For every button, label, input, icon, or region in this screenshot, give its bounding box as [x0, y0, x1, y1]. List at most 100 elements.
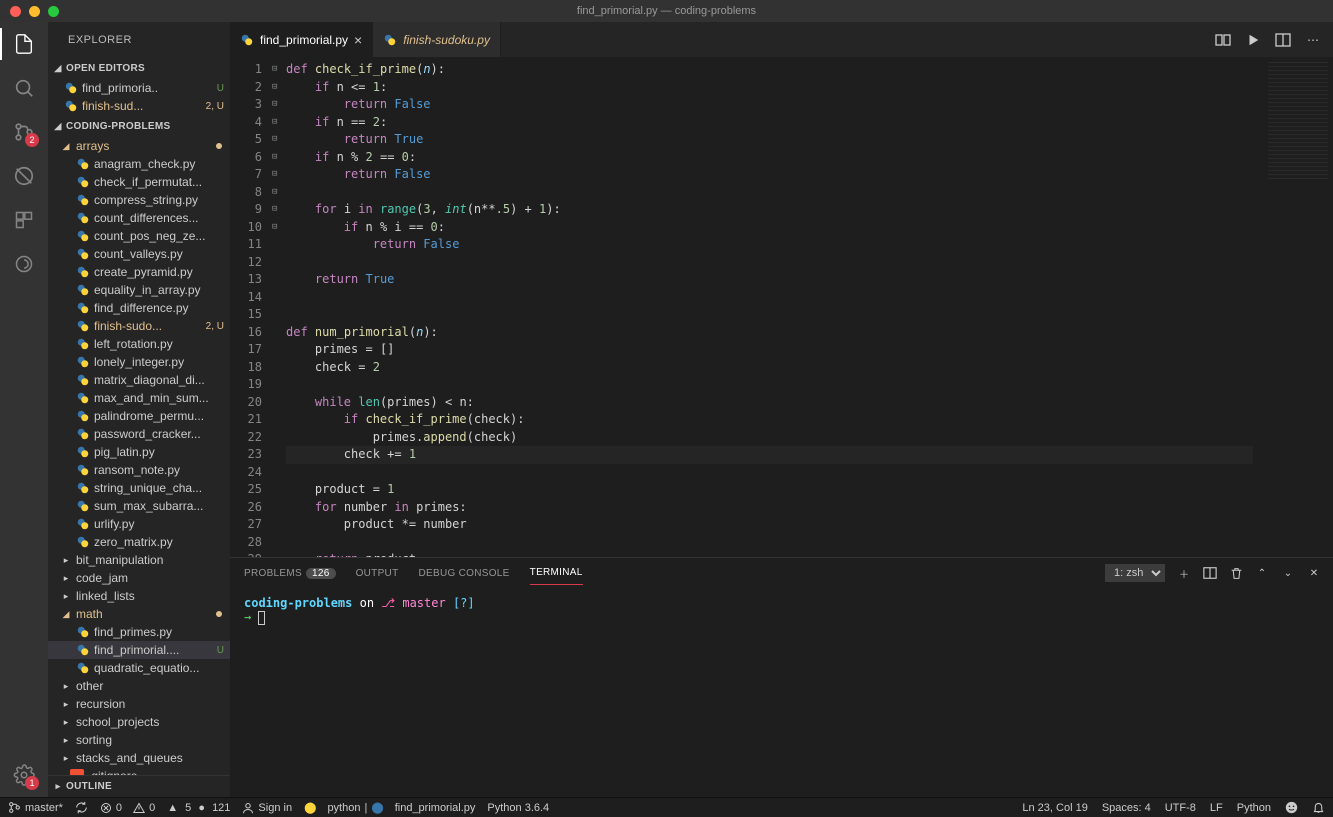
- file-item[interactable]: ransom_note.py: [48, 461, 230, 479]
- close-window[interactable]: [10, 6, 21, 17]
- sb-signin[interactable]: Sign in: [242, 802, 292, 814]
- sb-spaces[interactable]: Spaces: 4: [1102, 802, 1151, 814]
- maximize-window[interactable]: [48, 6, 59, 17]
- compare-icon[interactable]: [1215, 32, 1231, 48]
- split-editor-icon[interactable]: [1275, 32, 1291, 48]
- titlebar: find_primorial.py — coding-problems: [0, 0, 1333, 22]
- open-editors-header[interactable]: ◢OPEN EDITORS: [48, 57, 230, 79]
- terminal-selector[interactable]: 1: zsh: [1105, 564, 1165, 582]
- file-item[interactable]: count_valleys.py: [48, 245, 230, 263]
- terminal-content[interactable]: coding-problems on ⎇ master [?] →: [230, 588, 1333, 797]
- panel-tabs: PROBLEMS126 OUTPUT DEBUG CONSOLE TERMINA…: [230, 558, 1333, 588]
- file-item[interactable]: string_unique_cha...: [48, 479, 230, 497]
- window-title: find_primorial.py — coding-problems: [577, 5, 756, 17]
- editor-tabs: find_primorial.py×finish-sudoku.py ⋯: [230, 22, 1333, 57]
- chevron-down-icon[interactable]: ⌄: [1281, 566, 1295, 580]
- file-item[interactable]: palindrome_permu...: [48, 407, 230, 425]
- file-item[interactable]: password_cracker...: [48, 425, 230, 443]
- split-terminal-icon[interactable]: [1203, 566, 1217, 580]
- bottom-panel: PROBLEMS126 OUTPUT DEBUG CONSOLE TERMINA…: [230, 557, 1333, 797]
- close-panel-icon[interactable]: ✕: [1307, 566, 1321, 580]
- file-item[interactable]: compress_string.py: [48, 191, 230, 209]
- file-gitignore[interactable]: .gitignore: [48, 767, 230, 775]
- open-editor-item[interactable]: find_primoria..U: [48, 79, 230, 97]
- sidebar: EXPLORER ◢OPEN EDITORS find_primoria..Uf…: [48, 22, 230, 797]
- folder-other[interactable]: ▸other: [48, 677, 230, 695]
- new-terminal-icon[interactable]: ＋: [1177, 566, 1191, 580]
- tab-debug-console[interactable]: DEBUG CONSOLE: [419, 562, 510, 585]
- sb-tests[interactable]: ▲ 5 ● 121: [167, 802, 230, 814]
- debug-icon[interactable]: [12, 164, 36, 188]
- search-icon[interactable]: [12, 76, 36, 100]
- explorer-icon[interactable]: [12, 32, 36, 56]
- file-item[interactable]: zero_matrix.py: [48, 533, 230, 551]
- file-item[interactable]: finish-sudo...2, U: [48, 317, 230, 335]
- folder-recursion[interactable]: ▸recursion: [48, 695, 230, 713]
- liveshare-icon[interactable]: [12, 252, 36, 276]
- editor-area: find_primorial.py×finish-sudoku.py ⋯ 123…: [230, 22, 1333, 797]
- folder-math[interactable]: ◢math: [48, 605, 230, 623]
- file-item[interactable]: quadratic_equatio...: [48, 659, 230, 677]
- extensions-icon[interactable]: [12, 208, 36, 232]
- sb-branch[interactable]: master*: [8, 801, 63, 814]
- close-tab-icon[interactable]: ×: [354, 32, 362, 48]
- sb-sync[interactable]: [75, 801, 88, 814]
- source-control-icon[interactable]: 2: [12, 120, 36, 144]
- traffic-lights: [0, 6, 59, 17]
- file-item[interactable]: equality_in_array.py: [48, 281, 230, 299]
- editor-body[interactable]: 1234567891011121314151617181920212223242…: [230, 57, 1333, 557]
- file-item[interactable]: find_primes.py: [48, 623, 230, 641]
- fold-gutter[interactable]: ⊟⊟ ⊟ ⊟ ⊟⊟ ⊟ ⊟⊟ ⊟: [272, 57, 286, 557]
- sb-encoding[interactable]: UTF-8: [1165, 802, 1196, 814]
- folder-arrays[interactable]: ◢arrays: [48, 137, 230, 155]
- settings-gear-icon[interactable]: 1: [12, 763, 36, 787]
- sidebar-title: EXPLORER: [48, 22, 230, 57]
- folder-bit_manipulation[interactable]: ▸bit_manipulation: [48, 551, 230, 569]
- project-header[interactable]: ◢CODING-PROBLEMS: [48, 115, 230, 137]
- minimize-window[interactable]: [29, 6, 40, 17]
- activity-bar: 2 1: [0, 22, 48, 797]
- sb-feedback-icon[interactable]: [1285, 801, 1298, 814]
- sb-eol[interactable]: LF: [1210, 802, 1223, 814]
- minimap[interactable]: [1253, 57, 1333, 557]
- file-item[interactable]: check_if_permutat...: [48, 173, 230, 191]
- code-content[interactable]: def check_if_prime(n): if n <= 1: return…: [286, 57, 1253, 557]
- more-icon[interactable]: ⋯: [1305, 32, 1321, 48]
- folder-code_jam[interactable]: ▸code_jam: [48, 569, 230, 587]
- statusbar: master* 0 0 ▲ 5 ● 121 Sign in ⬤ python |…: [0, 797, 1333, 817]
- file-item[interactable]: find_difference.py: [48, 299, 230, 317]
- editor-tab[interactable]: finish-sudoku.py: [373, 22, 501, 57]
- sb-bell-icon[interactable]: [1312, 801, 1325, 814]
- folder-school_projects[interactable]: ▸school_projects: [48, 713, 230, 731]
- folder-sorting[interactable]: ▸sorting: [48, 731, 230, 749]
- editor-tab[interactable]: find_primorial.py×: [230, 22, 373, 57]
- sb-lang[interactable]: Python: [1237, 802, 1271, 814]
- file-item[interactable]: count_differences...: [48, 209, 230, 227]
- file-item[interactable]: lonely_integer.py: [48, 353, 230, 371]
- open-editor-item[interactable]: finish-sud...2, U: [48, 97, 230, 115]
- sb-errors[interactable]: 0 0: [100, 802, 155, 814]
- file-item[interactable]: left_rotation.py: [48, 335, 230, 353]
- sb-python-env[interactable]: ⬤ python | ⬤ find_primorial.py: [304, 801, 475, 814]
- file-item[interactable]: max_and_min_sum...: [48, 389, 230, 407]
- file-item[interactable]: pig_latin.py: [48, 443, 230, 461]
- file-item[interactable]: sum_max_subarra...: [48, 497, 230, 515]
- sb-python-ver[interactable]: Python 3.6.4: [487, 802, 549, 814]
- tab-problems[interactable]: PROBLEMS126: [244, 562, 336, 585]
- maximize-panel-icon[interactable]: ⌃: [1255, 566, 1269, 580]
- file-item[interactable]: urlify.py: [48, 515, 230, 533]
- folder-stacks_and_queues[interactable]: ▸stacks_and_queues: [48, 749, 230, 767]
- file-item[interactable]: matrix_diagonal_di...: [48, 371, 230, 389]
- file-item[interactable]: anagram_check.py: [48, 155, 230, 173]
- folder-linked_lists[interactable]: ▸linked_lists: [48, 587, 230, 605]
- run-icon[interactable]: [1245, 32, 1261, 48]
- tab-output[interactable]: OUTPUT: [356, 562, 399, 585]
- outline-header[interactable]: ▸OUTLINE: [48, 775, 230, 797]
- settings-badge: 1: [25, 776, 39, 790]
- file-item[interactable]: find_primorial....U: [48, 641, 230, 659]
- tab-terminal[interactable]: TERMINAL: [530, 561, 583, 585]
- sb-cursor[interactable]: Ln 23, Col 19: [1022, 802, 1087, 814]
- file-item[interactable]: count_pos_neg_ze...: [48, 227, 230, 245]
- file-item[interactable]: create_pyramid.py: [48, 263, 230, 281]
- trash-icon[interactable]: [1229, 566, 1243, 580]
